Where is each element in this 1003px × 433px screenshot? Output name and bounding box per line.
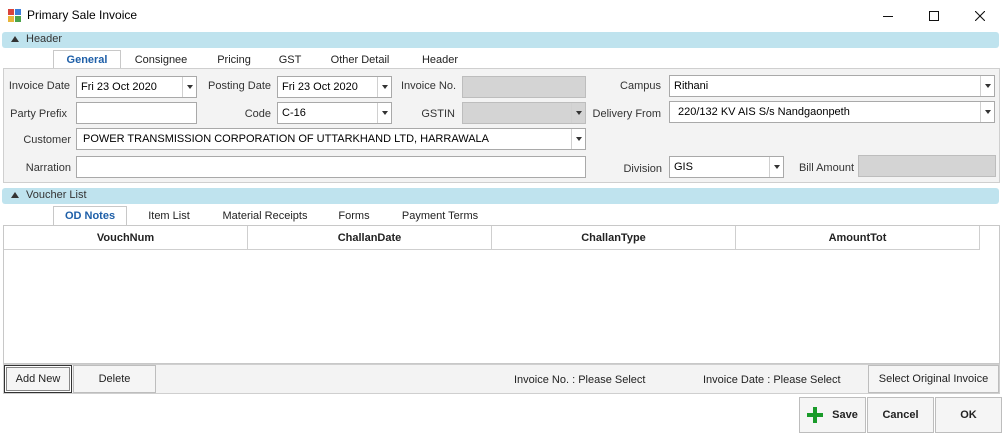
- code-select[interactable]: C-16: [277, 102, 392, 124]
- tab-other-detail[interactable]: Other Detail: [320, 50, 400, 69]
- code-value: C-16: [282, 107, 306, 119]
- add-new-button[interactable]: Add New: [4, 365, 72, 393]
- invoice-date-label: Invoice Date: [8, 80, 70, 92]
- title-bar: Primary Sale Invoice: [0, 0, 1003, 31]
- customer-select[interactable]: POWER TRANSMISSION CORPORATION OF UTTARK…: [76, 128, 586, 150]
- tab-forms[interactable]: Forms: [328, 206, 380, 225]
- chevron-down-icon: [571, 103, 585, 123]
- minimize-button[interactable]: [865, 0, 911, 31]
- chevron-down-icon[interactable]: [769, 157, 783, 177]
- delivery-from-label: Delivery From: [592, 108, 661, 120]
- code-label: Code: [244, 108, 271, 120]
- column-header-amounttot[interactable]: AmountTot: [736, 226, 980, 250]
- invoice-no-info: Invoice No. : Please Select: [514, 374, 645, 386]
- tab-gst[interactable]: GST: [270, 50, 310, 69]
- save-button[interactable]: Save: [799, 397, 866, 433]
- campus-select[interactable]: Rithani: [669, 75, 995, 97]
- chevron-down-icon[interactable]: [377, 77, 391, 97]
- voucher-section-bar[interactable]: Voucher List: [2, 188, 999, 204]
- customer-value: POWER TRANSMISSION CORPORATION OF UTTARK…: [83, 133, 490, 145]
- close-button[interactable]: [957, 0, 1003, 31]
- chevron-down-icon[interactable]: [571, 129, 585, 149]
- ok-button[interactable]: OK: [935, 397, 1002, 433]
- campus-label: Campus: [620, 80, 661, 92]
- collapse-icon: [11, 192, 19, 198]
- bill-amount-label: Bill Amount: [798, 162, 854, 174]
- bill-amount-field: [858, 155, 996, 177]
- footer-invoice-date-label: Invoice Date :: [703, 374, 771, 386]
- posting-date-label: Posting Date: [208, 80, 271, 92]
- invoice-date-value: Fri 23 Oct 2020: [81, 81, 157, 93]
- column-header-vouchnum[interactable]: VouchNum: [4, 226, 248, 250]
- header-tabs: General Consignee Pricing GST Other Deta…: [0, 50, 1003, 69]
- tab-material-receipts[interactable]: Material Receipts: [212, 206, 318, 225]
- cancel-button[interactable]: Cancel: [867, 397, 934, 433]
- invoice-no-field: [462, 76, 586, 98]
- footer-invoice-no-value: Please Select: [578, 374, 646, 386]
- tab-od-notes[interactable]: OD Notes: [53, 206, 127, 225]
- customer-label: Customer: [23, 134, 71, 146]
- tab-general[interactable]: General: [53, 50, 121, 69]
- tab-pricing[interactable]: Pricing: [206, 50, 262, 69]
- chevron-down-icon[interactable]: [182, 77, 196, 97]
- division-value: GIS: [674, 161, 693, 173]
- posting-date-picker[interactable]: Fri 23 Oct 2020: [277, 76, 392, 98]
- delivery-from-select[interactable]: 220/132 KV AIS S/s Nandgaonpeth: [669, 101, 995, 123]
- column-header-challandate[interactable]: ChallanDate: [248, 226, 492, 250]
- posting-date-value: Fri 23 Oct 2020: [282, 81, 358, 93]
- tab-consignee[interactable]: Consignee: [126, 50, 196, 69]
- close-icon: [975, 10, 985, 21]
- delete-button[interactable]: Delete: [73, 365, 156, 393]
- chevron-down-icon[interactable]: [377, 103, 391, 123]
- footer-invoice-date-value: Please Select: [773, 374, 841, 386]
- minimize-icon: [883, 15, 893, 17]
- tab-payment-terms[interactable]: Payment Terms: [392, 206, 488, 225]
- voucher-tabs: OD Notes Item List Material Receipts For…: [0, 206, 1003, 225]
- narration-label: Narration: [25, 162, 71, 174]
- tab-item-list[interactable]: Item List: [136, 206, 202, 225]
- footer-invoice-no-label: Invoice No. :: [514, 374, 576, 386]
- maximize-button[interactable]: [911, 0, 957, 31]
- narration-field[interactable]: [76, 156, 586, 178]
- maximize-icon: [929, 10, 939, 21]
- header-section-bar[interactable]: Header: [2, 32, 999, 48]
- division-label: Division: [623, 163, 662, 175]
- party-prefix-field[interactable]: [76, 102, 197, 124]
- tab-header[interactable]: Header: [410, 50, 470, 69]
- invoice-date-info: Invoice Date : Please Select: [703, 374, 841, 386]
- header-section-label: Header: [26, 33, 63, 45]
- invoice-date-picker[interactable]: Fri 23 Oct 2020: [76, 76, 197, 98]
- select-original-invoice-button[interactable]: Select Original Invoice: [868, 365, 999, 393]
- gstin-select: [462, 102, 586, 124]
- column-header-challantype[interactable]: ChallanType: [492, 226, 736, 250]
- od-notes-grid[interactable]: VouchNum ChallanDate ChallanType AmountT…: [3, 225, 1000, 364]
- gstin-label: GSTIN: [421, 108, 455, 120]
- invoice-no-label: Invoice No.: [400, 80, 456, 92]
- voucher-section-label: Voucher List: [26, 189, 87, 201]
- plus-icon: [807, 407, 824, 423]
- collapse-icon: [11, 36, 19, 42]
- save-label: Save: [832, 409, 858, 421]
- app-icon: [8, 9, 21, 22]
- campus-value: Rithani: [674, 80, 709, 92]
- chevron-down-icon[interactable]: [980, 102, 994, 122]
- party-prefix-label: Party Prefix: [10, 108, 67, 120]
- window-title: Primary Sale Invoice: [27, 8, 138, 22]
- delivery-from-value: 220/132 KV AIS S/s Nandgaonpeth: [678, 106, 850, 118]
- chevron-down-icon[interactable]: [980, 76, 994, 96]
- division-select[interactable]: GIS: [669, 156, 784, 178]
